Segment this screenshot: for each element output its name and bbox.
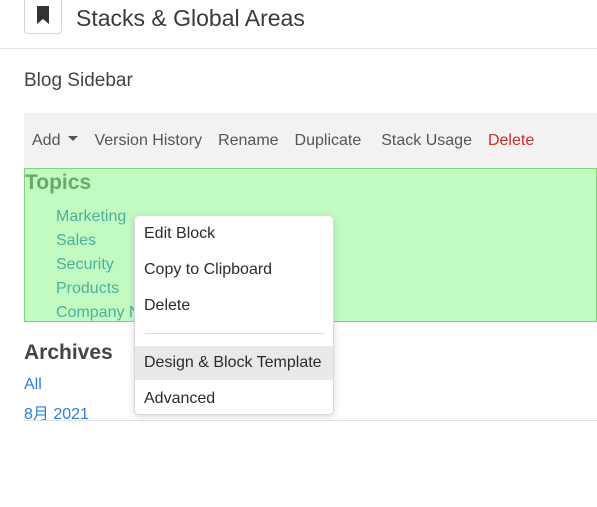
topic-link[interactable]: Products <box>56 277 140 301</box>
add-label: Add <box>32 131 61 149</box>
stack-usage-button[interactable]: Stack Usage <box>369 132 480 150</box>
topic-link[interactable]: Sales <box>56 229 140 253</box>
topic-link[interactable]: Company N <box>56 301 140 321</box>
version-history-button[interactable]: Version History <box>86 132 210 150</box>
topic-link[interactable]: Security <box>56 253 140 277</box>
bookmark-button[interactable] <box>24 0 62 34</box>
page-header: Stacks & Global Areas <box>0 0 597 49</box>
bookmark-icon <box>37 6 49 24</box>
menu-item-edit-block[interactable]: Edit Block <box>135 217 333 251</box>
add-button[interactable]: Add <box>24 132 86 150</box>
topics-list: Marketing Sales Security Products Compan… <box>56 205 140 321</box>
menu-item-copy-to-clipboard[interactable]: Copy to Clipboard <box>135 253 333 287</box>
divider <box>24 420 597 421</box>
stack-toolbar: Add Version History Rename Duplicate Sta… <box>24 113 597 168</box>
delete-stack-button[interactable]: Delete <box>480 132 542 150</box>
rename-button[interactable]: Rename <box>210 132 286 150</box>
archive-link-all[interactable]: All <box>24 376 42 394</box>
duplicate-button[interactable]: Duplicate <box>287 132 370 150</box>
archives-title: Archives <box>24 341 113 364</box>
block-context-menu: Edit Block Copy to Clipboard Delete Desi… <box>134 215 334 415</box>
menu-divider <box>145 333 324 334</box>
menu-item-advanced[interactable]: Advanced <box>135 382 333 416</box>
page-title: Stacks & Global Areas <box>76 5 305 31</box>
stack-name: Blog Sidebar <box>24 70 133 91</box>
topic-link[interactable]: Marketing <box>56 205 140 229</box>
topics-title: Topics <box>25 171 92 194</box>
menu-item-delete[interactable]: Delete <box>135 289 333 323</box>
caret-down-icon <box>68 135 79 141</box>
menu-item-design-block-template[interactable]: Design & Block Template <box>135 346 333 380</box>
